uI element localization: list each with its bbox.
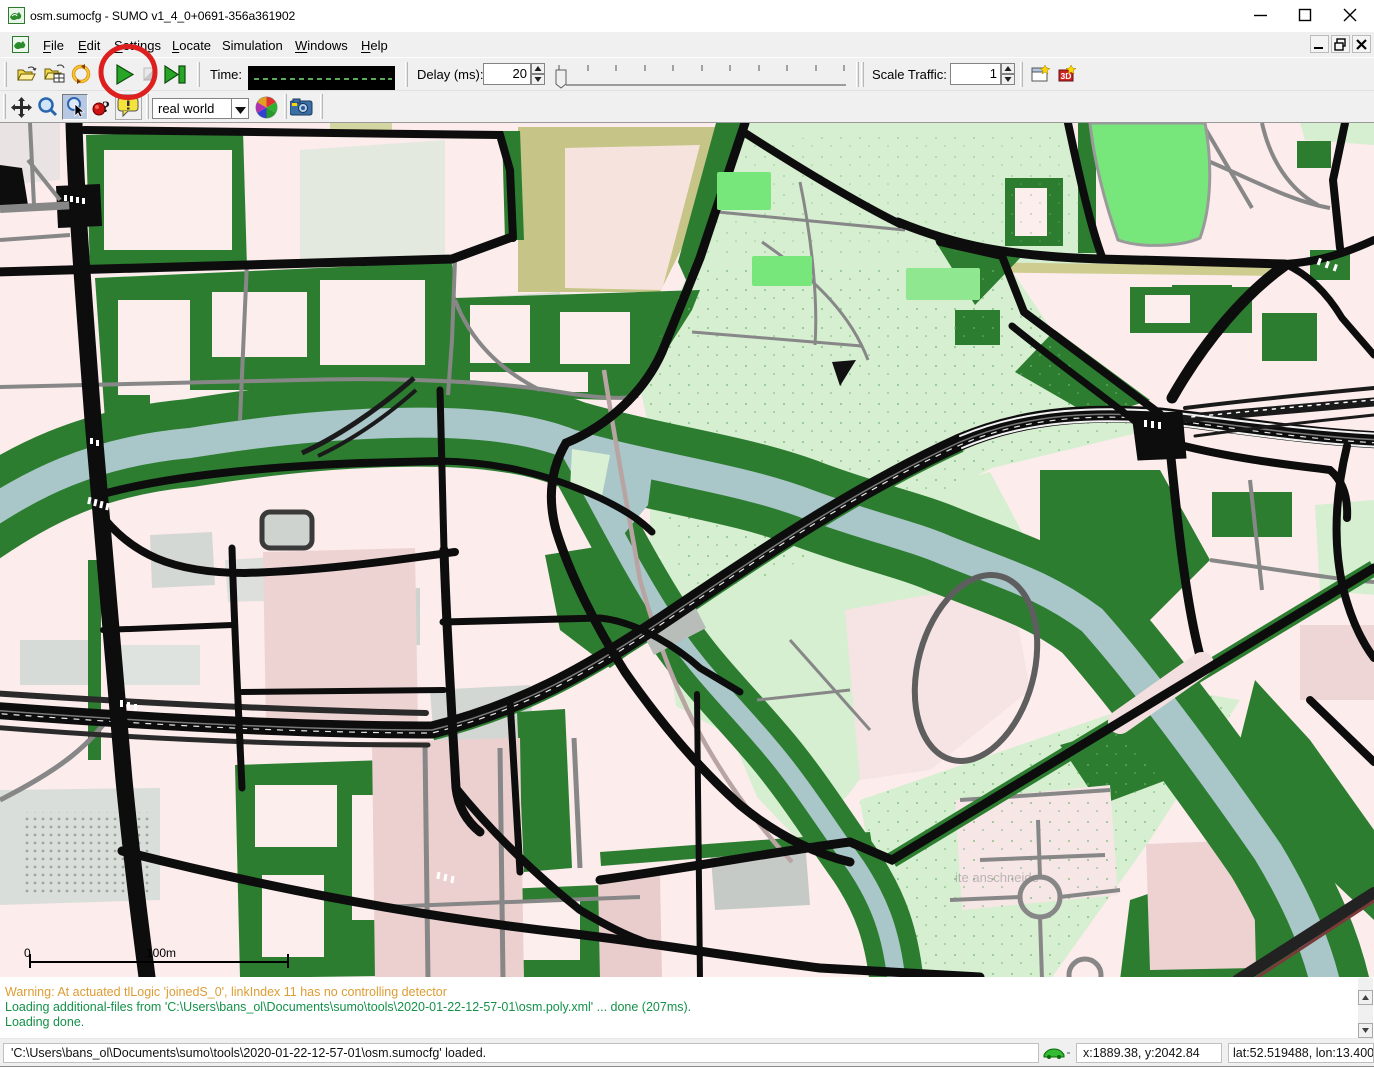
svg-text:0: 0 <box>24 946 31 960</box>
svg-text:ite anschneide: ite anschneide <box>955 870 1039 885</box>
svg-text:100m: 100m <box>146 946 176 960</box>
